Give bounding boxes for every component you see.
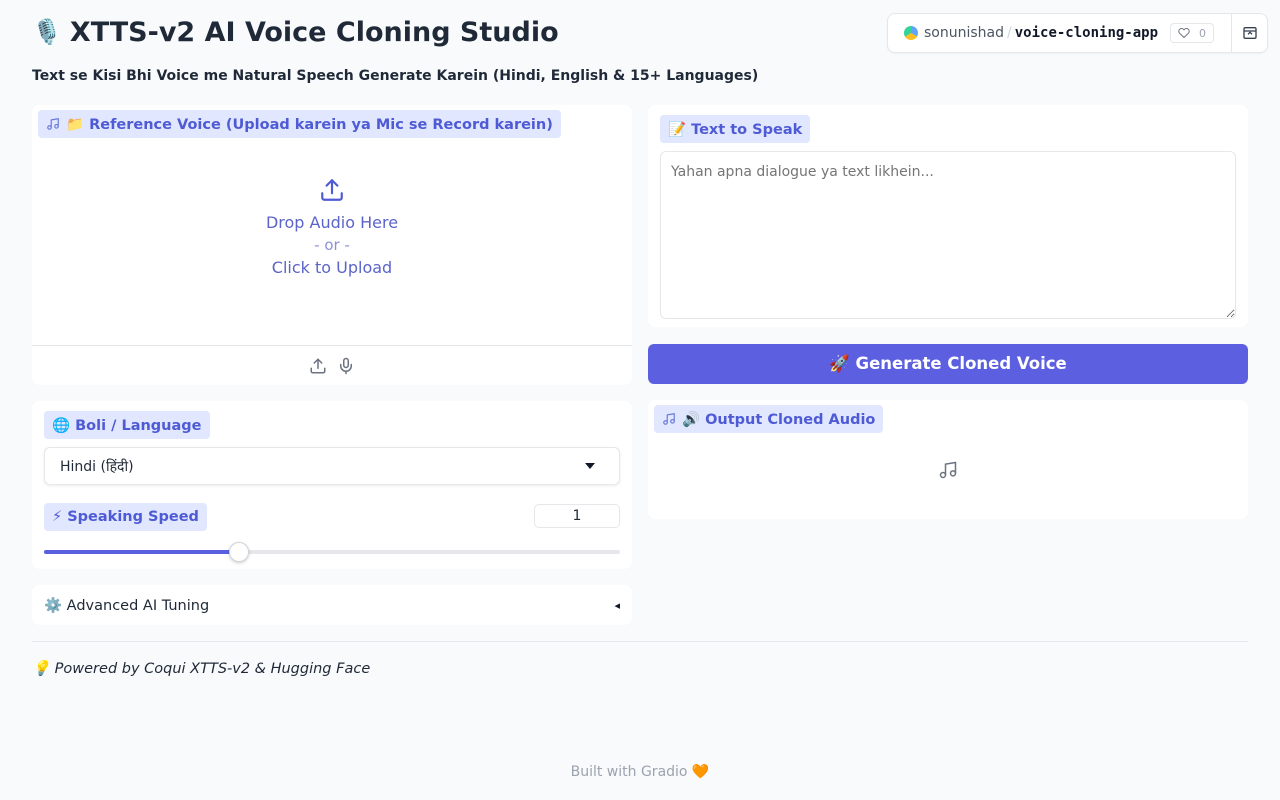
reference-voice-panel: 📁 Reference Voice (Upload karein ya Mic … bbox=[32, 105, 632, 385]
settings-panel: 🌐 Boli / Language Hindi (हिंदी) ⚡ Speaki… bbox=[32, 401, 632, 569]
speed-number-input[interactable]: 1 bbox=[534, 504, 620, 528]
powered-by-text: 💡 Powered by Coqui XTTS-v2 & Hugging Fac… bbox=[32, 661, 371, 677]
upload-icon bbox=[321, 179, 343, 201]
audio-drop-zone[interactable]: Drop Audio Here - or - Click to Upload bbox=[32, 165, 632, 285]
badge-separator: / bbox=[1007, 25, 1012, 41]
audio-source-toolbar bbox=[32, 345, 632, 385]
reference-voice-label-text: 📁 Reference Voice (Upload karein ya Mic … bbox=[66, 116, 553, 133]
space-repo-link[interactable]: voice-cloning-app bbox=[1015, 25, 1158, 41]
output-audio-label: 🔊 Output Cloned Audio bbox=[654, 405, 884, 433]
music-note-icon bbox=[47, 118, 59, 130]
space-badge: sonunishad / voice-cloning-app 0 bbox=[887, 13, 1268, 53]
caret-down-icon bbox=[585, 463, 595, 469]
text-to-speak-label: 📝 Text to Speak bbox=[660, 115, 811, 143]
upload-source-icon[interactable] bbox=[309, 357, 327, 375]
reference-voice-label: 📁 Reference Voice (Upload karein ya Mic … bbox=[38, 110, 561, 138]
speed-slider-thumb[interactable] bbox=[229, 542, 249, 562]
app-title: 🎙️ XTTS-v2 AI Voice Cloning Studio bbox=[32, 14, 559, 50]
language-dropdown[interactable]: Hindi (हिंदी) bbox=[44, 447, 620, 485]
output-audio-label-text: 🔊 Output Cloned Audio bbox=[682, 411, 876, 428]
like-button[interactable]: 0 bbox=[1170, 23, 1215, 43]
microphone-icon: 🎙️ bbox=[32, 18, 62, 46]
collapse-badge-button[interactable] bbox=[1231, 14, 1268, 52]
heart-icon bbox=[1178, 27, 1190, 39]
click-to-upload-text[interactable]: Click to Upload bbox=[32, 258, 632, 277]
page-subtitle: Text se Kisi Bhi Voice me Natural Speech… bbox=[32, 68, 759, 84]
space-owner-link[interactable]: sonunishad bbox=[924, 25, 1004, 41]
built-with-gradio-link[interactable]: Built with Gradio 🧡 bbox=[0, 764, 1280, 780]
drop-audio-text: Drop Audio Here bbox=[265, 213, 399, 232]
language-label: 🌐 Boli / Language bbox=[44, 411, 210, 439]
audio-placeholder-icon bbox=[939, 461, 957, 479]
language-selected-value: Hindi (हिंदी) bbox=[60, 458, 134, 475]
page-title: XTTS-v2 AI Voice Cloning Studio bbox=[69, 16, 559, 48]
speed-slider[interactable] bbox=[44, 542, 620, 562]
footer-divider bbox=[32, 641, 1248, 642]
advanced-tuning-label: ⚙️ Advanced AI Tuning bbox=[44, 597, 210, 614]
collapse-icon bbox=[1242, 27, 1257, 39]
user-avatar bbox=[904, 26, 918, 40]
text-to-speak-panel: 📝 Text to Speak bbox=[648, 105, 1248, 327]
or-text: - or - bbox=[314, 236, 350, 254]
advanced-tuning-accordion[interactable]: ⚙️ Advanced AI Tuning ◂ bbox=[32, 585, 632, 625]
output-audio-panel: 🔊 Output Cloned Audio bbox=[648, 400, 1248, 519]
text-input[interactable] bbox=[660, 151, 1236, 319]
microphone-source-icon[interactable] bbox=[337, 357, 355, 375]
like-count: 0 bbox=[1199, 26, 1207, 40]
generate-button[interactable]: 🚀 Generate Cloned Voice bbox=[648, 344, 1248, 384]
music-note-icon bbox=[663, 413, 675, 425]
speaking-speed-label: ⚡ Speaking Speed bbox=[44, 503, 207, 531]
accordion-arrow-icon: ◂ bbox=[614, 598, 620, 612]
speed-slider-fill bbox=[44, 550, 239, 554]
